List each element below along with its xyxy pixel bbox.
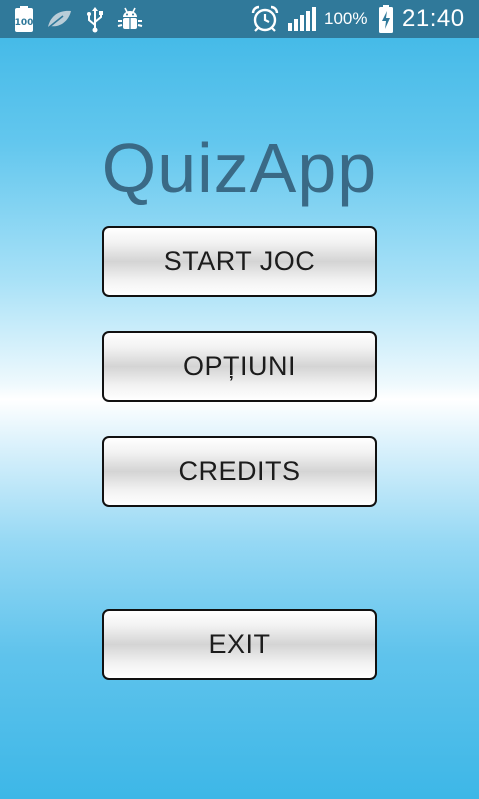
android-debug-icon [116, 0, 144, 38]
battery-charging-icon [376, 0, 396, 38]
leaf-icon [44, 0, 74, 38]
exit-button[interactable]: EXIT [102, 609, 377, 680]
alarm-clock-icon [250, 0, 280, 38]
battery-percentage: 100% [324, 9, 368, 28]
options-button[interactable]: OPȚIUNI [102, 331, 377, 402]
credits-button[interactable]: CREDITS [102, 436, 377, 507]
battery-100-icon: 100 [12, 0, 36, 38]
usb-icon [84, 0, 106, 38]
svg-text:100: 100 [15, 18, 34, 28]
signal-bars-icon [286, 0, 318, 38]
clock-time: 21:40 [402, 5, 465, 32]
status-bar: 100 100% 21:40 [0, 0, 479, 38]
app-title: QuizApp [101, 129, 378, 207]
start-game-button[interactable]: START JOC [102, 226, 377, 297]
